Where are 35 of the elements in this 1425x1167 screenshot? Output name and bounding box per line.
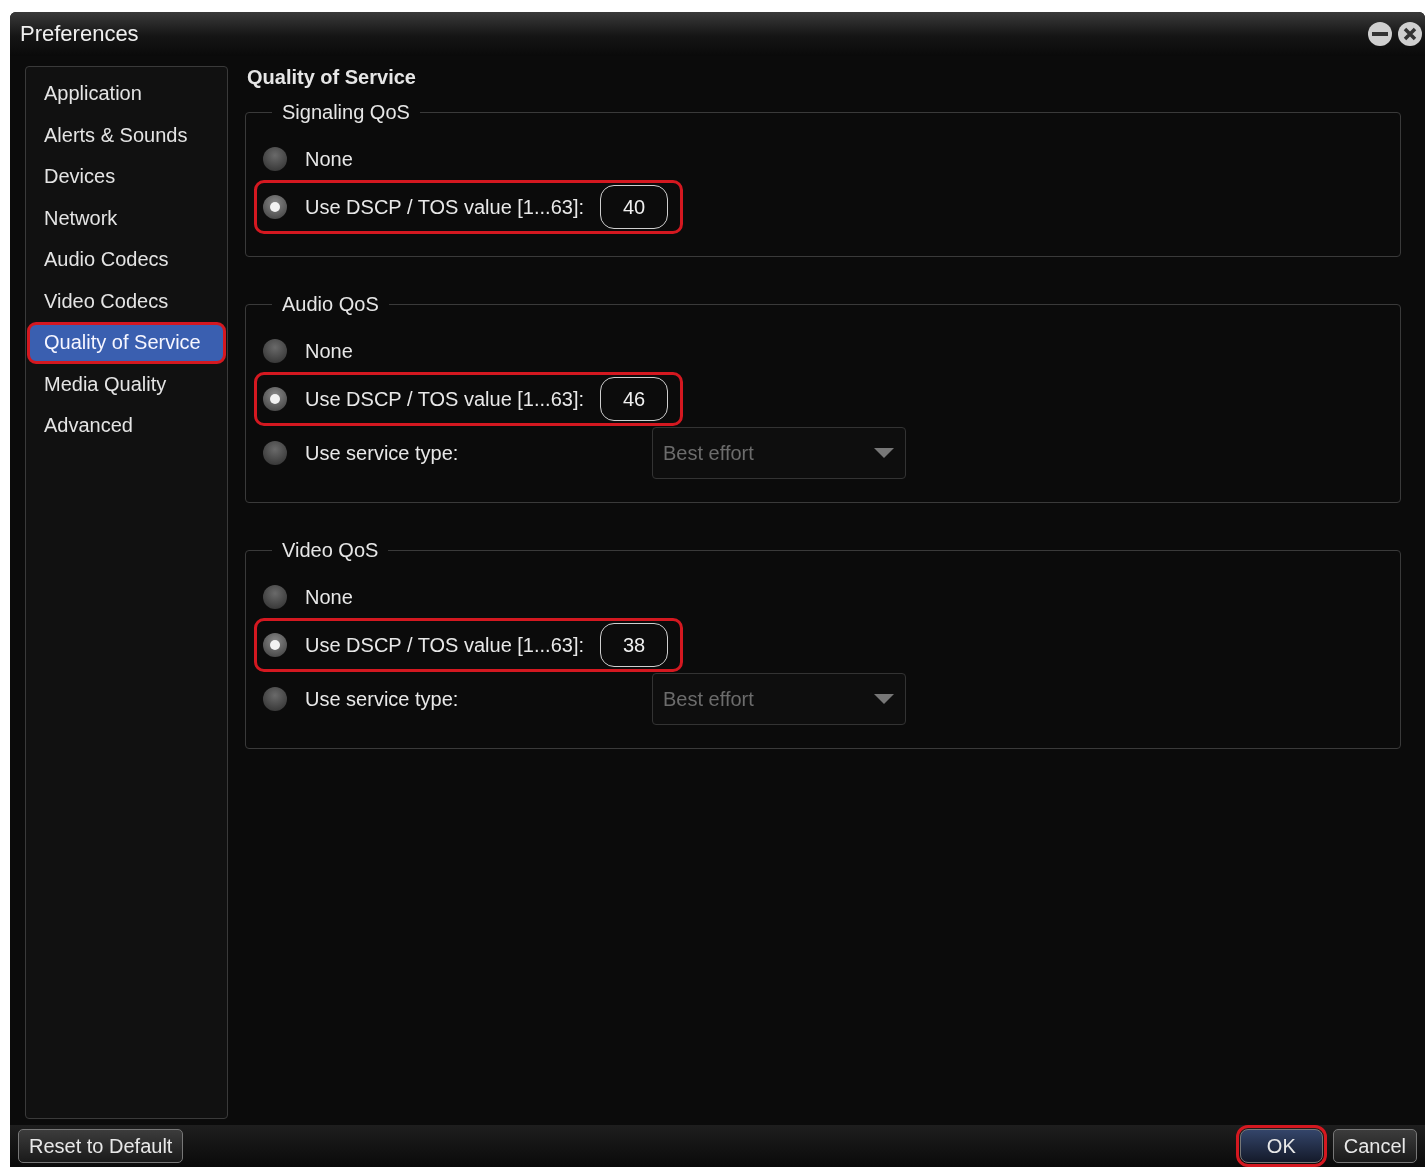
caret-icon (873, 447, 895, 459)
sidebar-item[interactable]: Quality of Service (27, 322, 226, 364)
value-field[interactable]: 46 (600, 377, 669, 421)
option-label[interactable]: None (305, 339, 353, 363)
sidebar-item[interactable]: Advanced (27, 405, 226, 447)
radio-button[interactable] (263, 195, 287, 219)
group-title: Audio QoS (281, 293, 380, 316)
group-title: Signaling QoS (281, 101, 411, 124)
radio-button[interactable] (263, 585, 287, 609)
close-icon[interactable] (1397, 21, 1423, 47)
caret-icon (873, 693, 895, 705)
sidebar-item[interactable]: Media Quality (27, 363, 226, 405)
window-title: Preferences (20, 21, 139, 47)
panel-title: Quality of Service (247, 66, 417, 89)
radio-button[interactable] (263, 633, 287, 657)
radio-button[interactable] (263, 147, 287, 171)
value-field[interactable]: 38 (600, 623, 669, 667)
sidebar-item[interactable]: Audio Codecs (27, 239, 226, 281)
radio-button[interactable] (263, 387, 287, 411)
option-label[interactable]: Use DSCP / TOS value [1...63]: (305, 195, 585, 219)
option-label[interactable]: Use DSCP / TOS value [1...63]: (305, 633, 585, 657)
sidebar-item[interactable]: Alerts & Sounds (27, 114, 226, 156)
value-field[interactable]: 40 (600, 185, 669, 229)
minimize-icon[interactable] (1367, 21, 1393, 47)
option-label[interactable]: Use DSCP / TOS value [1...63]: (305, 387, 585, 411)
sidebar-item[interactable]: Network (27, 197, 226, 239)
sidebar-item[interactable]: Video Codecs (27, 280, 226, 322)
option-label[interactable]: None (305, 147, 353, 171)
option-label[interactable]: None (305, 585, 353, 609)
sidebar-item[interactable]: Application (27, 73, 226, 115)
dialog-button[interactable]: Reset to Default (18, 1129, 184, 1163)
radio-button[interactable] (263, 339, 287, 363)
sidebar-item[interactable]: Devices (27, 156, 226, 198)
group-title: Video QoS (281, 539, 380, 562)
dialog-button[interactable]: Cancel (1332, 1129, 1417, 1163)
